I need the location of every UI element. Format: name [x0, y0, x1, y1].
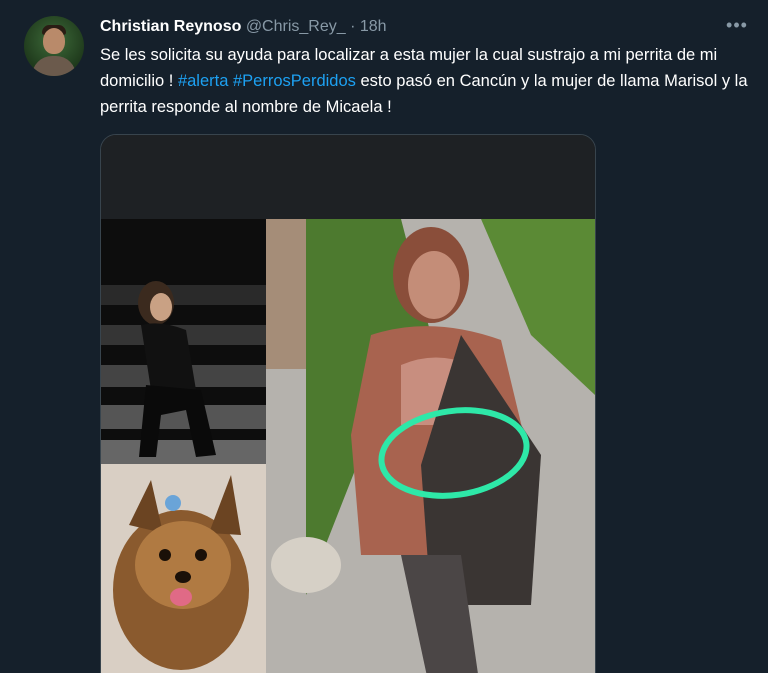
tweet-time[interactable]: 18h — [360, 18, 387, 35]
woman-photo — [101, 219, 266, 464]
surveillance-photo — [266, 219, 595, 673]
author-name[interactable]: Christian Reynoso — [100, 18, 241, 35]
hashtag-perros-perdidos[interactable]: #PerrosPerdidos — [233, 72, 356, 90]
media-collage — [101, 135, 595, 673]
dog-photo — [101, 464, 266, 673]
author-handle[interactable]: @Chris_Rey_ — [246, 18, 346, 35]
more-horizontal-icon[interactable]: ••• — [722, 12, 752, 42]
tweet-text: Se les solicita su ayuda para localizar … — [100, 42, 750, 120]
separator-dot: · — [350, 18, 356, 35]
tweet-media[interactable] — [100, 134, 596, 673]
tweet-header: Christian Reynoso @Chris_Rey_ · 18h — [100, 16, 387, 38]
tweet-card[interactable]: Christian Reynoso @Chris_Rey_ · 18h ••• … — [0, 0, 768, 673]
avatar[interactable] — [24, 16, 84, 76]
hashtag-alerta[interactable]: #alerta — [178, 72, 228, 90]
